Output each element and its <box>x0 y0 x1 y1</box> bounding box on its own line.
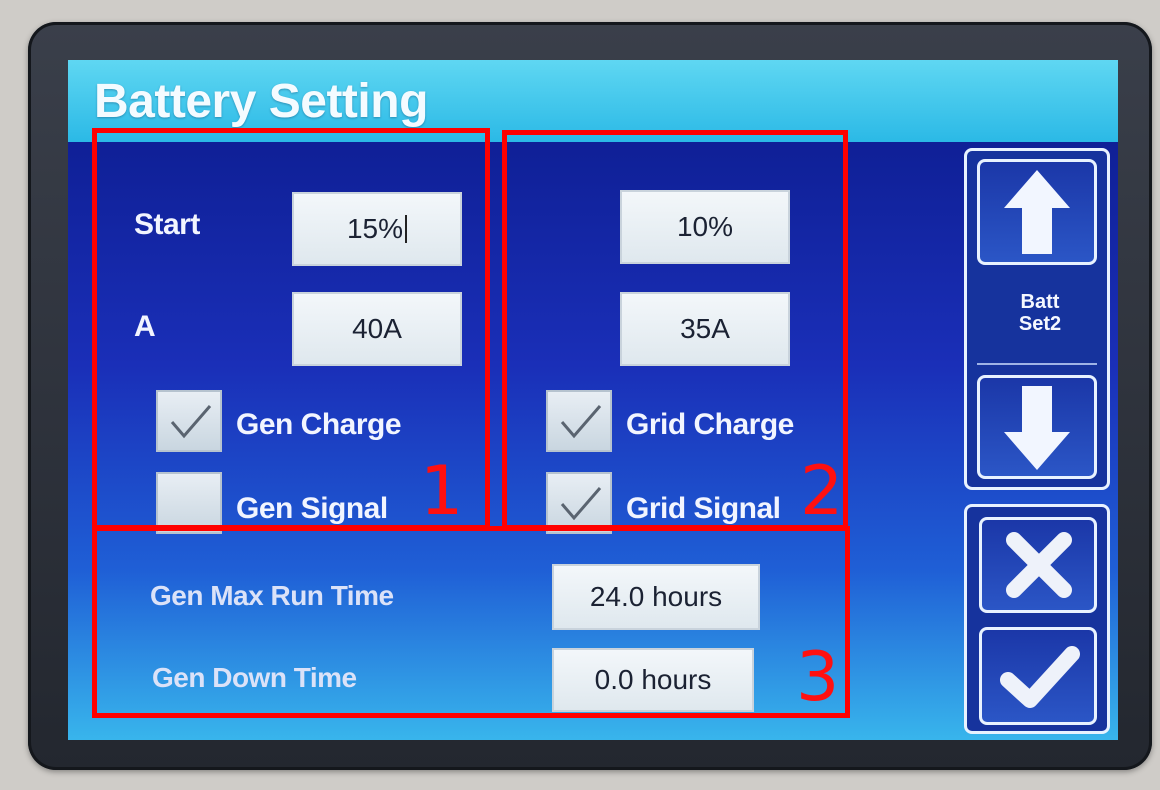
cancel-button[interactable] <box>979 517 1097 613</box>
page-nav-panel: Batt Set2 <box>964 148 1110 490</box>
page-title: Battery Setting <box>94 75 428 128</box>
annotation-label-2: 2 <box>800 452 844 531</box>
confirm-button[interactable] <box>979 627 1097 725</box>
arrow-up-icon <box>1004 170 1070 254</box>
arrow-down-icon <box>1004 386 1070 470</box>
page-up-button[interactable] <box>977 159 1097 265</box>
page-indicator-line2: Set2 <box>1018 313 1062 335</box>
x-icon <box>1006 532 1072 598</box>
page-down-button[interactable] <box>977 375 1097 479</box>
annotation-label-1: 1 <box>420 452 464 531</box>
action-panel <box>964 504 1110 734</box>
annotation-label-3: 3 <box>796 638 840 717</box>
annotation-box-2 <box>502 130 848 530</box>
annotation-box-3 <box>92 526 850 718</box>
page-indicator: Batt Set2 <box>967 291 1113 335</box>
page-indicator-line1: Batt <box>1020 291 1060 313</box>
divider <box>977 363 1097 365</box>
check-icon <box>1000 646 1080 708</box>
